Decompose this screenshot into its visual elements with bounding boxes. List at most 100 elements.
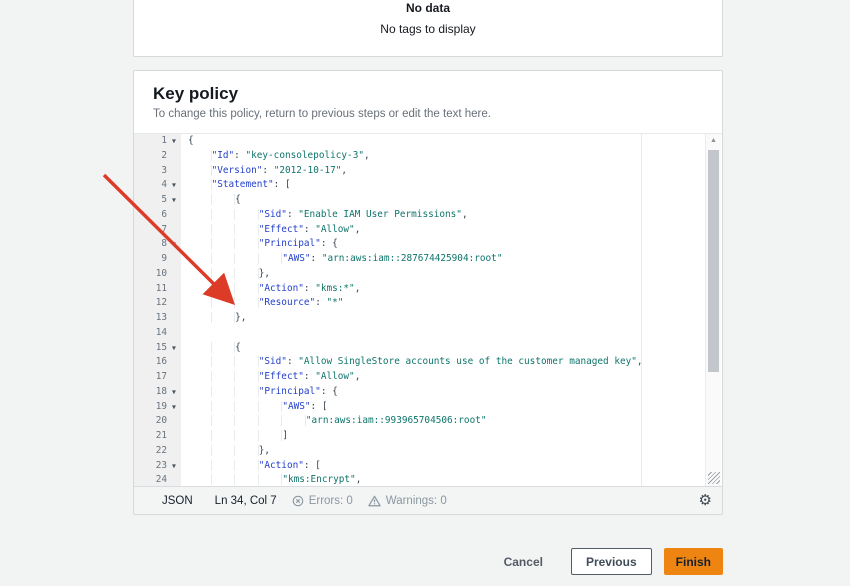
gutter-line: 7 [134,223,181,238]
gutter-line: 16 [134,355,181,370]
line-number: 2 [161,149,167,164]
code-line: }, [188,267,705,282]
gutter-line: 2 [134,149,181,164]
gutter-line: 11 [134,282,181,297]
gutter-line: 3 [134,164,181,179]
gutter-line: 8▼ [134,237,181,252]
fold-arrow-icon[interactable]: ▼ [167,193,181,208]
previous-button[interactable]: Previous [571,548,652,575]
code-line: "Sid": "Enable IAM User Permissions", [188,208,705,223]
scrollbar-up-arrow-icon[interactable]: ▲ [706,137,721,145]
warnings-label: Warnings: 0 [386,495,447,507]
code-line [188,326,705,341]
line-number: 16 [156,355,167,370]
code-line: "arn:aws:iam::993965704506:root" [188,414,705,429]
gutter-line: 13 [134,311,181,326]
line-number: 13 [156,311,167,326]
line-number: 23 [156,459,167,474]
code-line: "Effect": "Allow", [188,370,705,385]
gear-icon: ⚙ [699,492,712,509]
fold-arrow-icon[interactable]: ▼ [167,237,181,252]
gutter-line: 4▼ [134,178,181,193]
editor-language-label: JSON [162,495,193,507]
gutter-line: 10 [134,267,181,282]
tags-empty-state: No data No tags to display [134,1,722,36]
code-line: "Statement": [ [188,178,705,193]
editor-code-area[interactable]: { "Id": "key-consolepolicy-3", "Version"… [181,134,705,486]
editor-scrollbar[interactable]: ▲ [705,134,721,486]
line-number: 24 [156,473,167,486]
code-line: "Principal": { [188,385,705,400]
editor-print-margin [641,134,642,486]
page: No data No tags to display Key policy To… [0,0,850,586]
code-line: "Version": "2012-10-17", [188,164,705,179]
key-policy-title: Key policy [153,84,703,104]
line-number: 22 [156,444,167,459]
no-tags-text: No tags to display [134,22,722,36]
error-circle-icon [292,495,304,507]
gutter-line: 19▼ [134,400,181,415]
gutter-line: 18▼ [134,385,181,400]
code-line: "AWS": [ [188,400,705,415]
line-number: 7 [161,223,167,238]
code-line: "Action": "kms:*", [188,282,705,297]
gutter-line: 1▼ [134,134,181,149]
editor-statusbar: JSON Ln 34, Col 7 Errors: 0 Warnings: 0 … [134,486,722,514]
line-number: 3 [161,164,167,179]
warnings-status: Warnings: 0 [368,495,447,507]
key-policy-description: To change this policy, return to previou… [153,108,703,120]
cancel-button[interactable]: Cancel [496,548,551,575]
line-number: 14 [156,326,167,341]
gutter-line: 5▼ [134,193,181,208]
fold-arrow-icon[interactable]: ▼ [167,341,181,356]
fold-arrow-icon[interactable]: ▼ [167,385,181,400]
gutter-line: 9 [134,252,181,267]
fold-arrow-icon[interactable]: ▼ [167,459,181,474]
gutter-line: 20 [134,414,181,429]
code-line: "Resource": "*" [188,296,705,311]
editor-resize-grip-icon[interactable] [708,472,720,484]
no-data-text: No data [134,1,722,15]
gutter-line: 22 [134,444,181,459]
gutter-line: 21 [134,429,181,444]
code-line: "Effect": "Allow", [188,223,705,238]
gutter-line: 15▼ [134,341,181,356]
line-number: 19 [156,400,167,415]
key-policy-header: Key policy To change this policy, return… [134,71,722,134]
gutter-line: 24 [134,473,181,486]
errors-status: Errors: 0 [292,495,353,507]
code-line: "Sid": "Allow SingleStore accounts use o… [188,355,705,370]
editor-settings-button[interactable]: ⚙ [699,493,712,508]
code-line: }, [188,311,705,326]
code-line: ] [188,429,705,444]
line-number: 10 [156,267,167,282]
gutter-line: 14 [134,326,181,341]
finish-button[interactable]: Finish [664,548,723,575]
line-number: 20 [156,414,167,429]
warning-triangle-icon [368,495,381,507]
policy-editor[interactable]: 1▼234▼5▼678▼9101112131415▼161718▼19▼2021… [134,134,722,486]
line-number: 15 [156,341,167,356]
errors-label: Errors: 0 [309,495,353,507]
code-line: { [188,193,705,208]
code-line: "kms:Encrypt", [188,473,705,486]
gutter-line: 17 [134,370,181,385]
line-number: 17 [156,370,167,385]
line-number: 18 [156,385,167,400]
cursor-position-label: Ln 34, Col 7 [215,495,277,507]
code-line: "Action": [ [188,459,705,474]
gutter-line: 6 [134,208,181,223]
editor-scrollbar-thumb[interactable] [708,150,719,372]
fold-arrow-icon[interactable]: ▼ [167,134,181,149]
key-policy-panel: Key policy To change this policy, return… [133,70,723,515]
code-line: "Id": "key-consolepolicy-3", [188,149,705,164]
wizard-footer: Cancel Previous Finish [133,548,723,575]
fold-arrow-icon[interactable]: ▼ [167,178,181,193]
editor-gutter: 1▼234▼5▼678▼9101112131415▼161718▼19▼2021… [134,134,181,486]
code-line: { [188,341,705,356]
line-number: 9 [161,252,167,267]
fold-arrow-icon[interactable]: ▼ [167,400,181,415]
line-number: 12 [156,296,167,311]
code-line: { [188,134,705,149]
line-number: 11 [156,282,167,297]
